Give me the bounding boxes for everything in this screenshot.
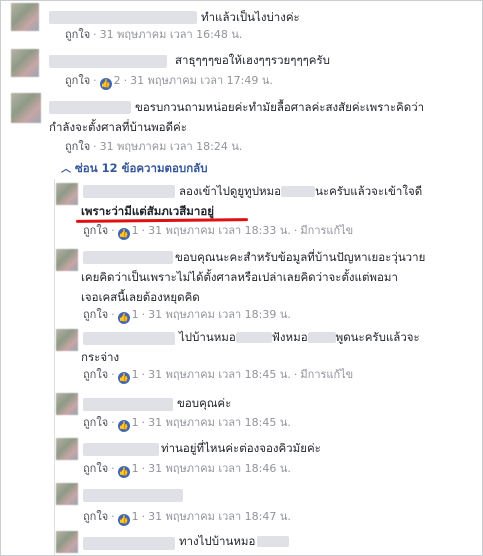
avatar[interactable]	[56, 393, 78, 415]
comment-meta: ถูกใจ · 👍 2 · 31 พฤษภาคม เวลา 17:49 น.	[65, 74, 273, 90]
commenter-name[interactable]	[83, 489, 183, 502]
redacted-name	[235, 332, 272, 343]
like-count[interactable]: 1	[132, 308, 139, 321]
comment-text-line2: กำลังจะตั้งศาลที่บ้านพอดีค่ะ	[49, 120, 187, 134]
reply-text-part: ฟังหมอ	[271, 330, 308, 344]
timestamp[interactable]: 31 พฤษภาคม เวลา 17:49 น.	[130, 74, 273, 87]
thumbs-up-icon: 👍	[99, 78, 112, 90]
like-link[interactable]: ถูกใจ	[83, 224, 108, 237]
avatar[interactable]	[56, 531, 78, 553]
reply-text-line3: เจอเคสนี้เลยต้องหยุดคิด	[81, 290, 200, 304]
reply-meta: ถูกใจ · 👍 1 · 31 พฤษภาคม เวลา 18:33 น. · มีการแ…	[83, 224, 354, 240]
commenter-name[interactable]	[83, 332, 175, 345]
reply-text: ท่านอยู่ที่ไหนค่ะต่องจองคิวมัยค่ะ	[161, 441, 321, 455]
like-link[interactable]: ถูกใจ	[65, 140, 90, 153]
redacted-name	[307, 332, 336, 343]
like-link[interactable]: ถูกใจ	[83, 416, 108, 429]
like-count[interactable]: 1	[132, 224, 139, 237]
edited-label[interactable]: มีการแก้ไข	[300, 368, 353, 381]
timestamp[interactable]: 31 พฤษภาคม เวลา 18:45 น.	[148, 368, 291, 381]
like-link[interactable]: ถูกใจ	[83, 308, 108, 321]
reply-text-line1: ไปบ้านหมอ ฟังหมอ พูดนะครับแล้วจะ	[179, 327, 420, 347]
hide-replies-label: ซ่อน 12 ข้อความตอบกลับ	[75, 161, 208, 175]
commenter-name[interactable]	[83, 398, 173, 411]
timestamp[interactable]: 31 พฤษภาคม เวลา 18:46 น.	[148, 462, 291, 475]
like-count[interactable]: 1	[132, 368, 139, 381]
timestamp[interactable]: 31 พฤษภาคม เวลา 18:47 น.	[148, 510, 291, 523]
like-link[interactable]: ถูกใจ	[65, 28, 90, 41]
reply-meta: ถูกใจ · 👍 1 · 31 พฤษภาคม เวลา 18:47 น.	[83, 510, 291, 526]
reply-text: ทางไปบ้านหมอ	[179, 531, 290, 551]
timestamp[interactable]: 31 พฤษภาคม เวลา 18:33 น.	[148, 224, 291, 237]
reply-text-line2: กระจ่าง	[81, 350, 120, 364]
thumbs-up-icon: 👍	[117, 228, 130, 240]
comment-text-line1: ขอรบกวนถามหน่อยค่ะทำมัยลื้อศาลค่ะสงสัยค่…	[135, 100, 425, 114]
reply-text-line1: ลองเข้าไปดูยูทูปหมอ นะครับแล้วจะเข้าใจดี	[179, 181, 422, 201]
reply-text-line2: เคยคิดว่าเป็นเพราะไม่ได้ตั้งศาลหรือเปล่า…	[81, 270, 398, 284]
avatar[interactable]	[11, 49, 39, 77]
like-count[interactable]: 1	[132, 510, 139, 523]
commenter-name[interactable]	[83, 443, 159, 456]
reply-text-part: ไปบ้านหมอ	[179, 330, 236, 344]
redacted-name	[281, 186, 316, 197]
thumbs-up-icon: 👍	[117, 466, 130, 478]
like-link[interactable]: ถูกใจ	[65, 74, 90, 87]
like-link[interactable]: ถูกใจ	[83, 510, 108, 523]
commenter-name[interactable]	[49, 101, 131, 114]
hide-replies-toggle[interactable]: ︿ ซ่อน 12 ข้อความตอบกลับ	[61, 160, 208, 178]
thumbs-up-icon: 👍	[117, 312, 130, 324]
avatar[interactable]	[56, 249, 78, 271]
commenter-name[interactable]	[49, 11, 197, 24]
avatar[interactable]	[56, 438, 78, 460]
avatar[interactable]	[56, 483, 78, 505]
like-link[interactable]: ถูกใจ	[83, 368, 108, 381]
reply-text: ขอบคุณค่ะ	[177, 396, 232, 410]
reply-text-part: พูดนะครับแล้วจะ	[335, 330, 420, 344]
reply-text-line1: ขอบคุณนะคะสำหรับข้อมูลที่บ้านปัญหาเยอะวุ…	[175, 250, 426, 264]
commenter-name[interactable]	[83, 185, 175, 198]
reply-meta: ถูกใจ · 👍 1 · 31 พฤษภาคม เวลา 18:39 น.	[83, 308, 291, 324]
commenter-name[interactable]	[83, 537, 175, 550]
commenter-name[interactable]	[49, 55, 167, 68]
avatar[interactable]	[11, 93, 41, 123]
comment-text: ทำแล้วเป็นไงบ่างค่ะ	[201, 10, 300, 24]
thread-divider	[54, 179, 55, 555]
avatar[interactable]	[56, 329, 78, 351]
reply-meta: ถูกใจ · 👍 1 · 31 พฤษภาคม เวลา 18:45 น. · มีการแ…	[83, 368, 354, 384]
thumbs-up-icon: 👍	[117, 372, 130, 384]
comments-panel: ทำแล้วเป็นไงบ่างค่ะ ถูกใจ · 31 พฤษภาคม เวล…	[0, 0, 483, 556]
like-count[interactable]: 2	[114, 74, 121, 87]
reply-meta: ถูกใจ · 👍 1 · 31 พฤษภาคม เวลา 18:46 น.	[83, 462, 291, 478]
reply-meta: ถูกใจ · 👍 1 · 31 พฤษภาคม เวลา 18:45 น.	[83, 416, 291, 432]
comment-meta: ถูกใจ · 31 พฤษภาคม เวลา 16:48 น.	[65, 28, 243, 41]
timestamp[interactable]: 31 พฤษภาคม เวลา 18:39 น.	[148, 308, 291, 321]
comment-meta: ถูกใจ · 31 พฤษภาคม เวลา 18:24 น.	[65, 140, 243, 153]
reply-text-part: ทางไปบ้านหมอ	[179, 534, 256, 548]
comment-text: สาธุๆๆๆขอให้เฮงๆๆรวยๆๆๆครับ	[175, 53, 330, 67]
like-count[interactable]: 1	[132, 416, 139, 429]
reply-text-part: ลองเข้าไปดูยูทูปหมอ	[179, 184, 282, 198]
like-count[interactable]: 1	[132, 462, 139, 475]
thumbs-up-icon: 👍	[117, 514, 130, 526]
timestamp[interactable]: 31 พฤษภาคม เวลา 18:45 น.	[148, 416, 291, 429]
chevron-up-icon: ︿	[61, 164, 71, 175]
edited-label[interactable]: มีการแก้ไข	[300, 224, 353, 237]
thumbs-up-icon: 👍	[117, 420, 130, 432]
timestamp[interactable]: 31 พฤษภาคม เวลา 18:24 น.	[100, 140, 243, 153]
avatar[interactable]	[56, 183, 78, 205]
redacted-name	[257, 536, 290, 547]
commenter-name[interactable]	[83, 251, 173, 264]
reply-text-part: นะครับแล้วจะเข้าใจดี	[315, 184, 423, 198]
avatar[interactable]	[11, 3, 39, 31]
like-link[interactable]: ถูกใจ	[83, 462, 108, 475]
timestamp[interactable]: 31 พฤษภาคม เวลา 16:48 น.	[100, 28, 243, 41]
